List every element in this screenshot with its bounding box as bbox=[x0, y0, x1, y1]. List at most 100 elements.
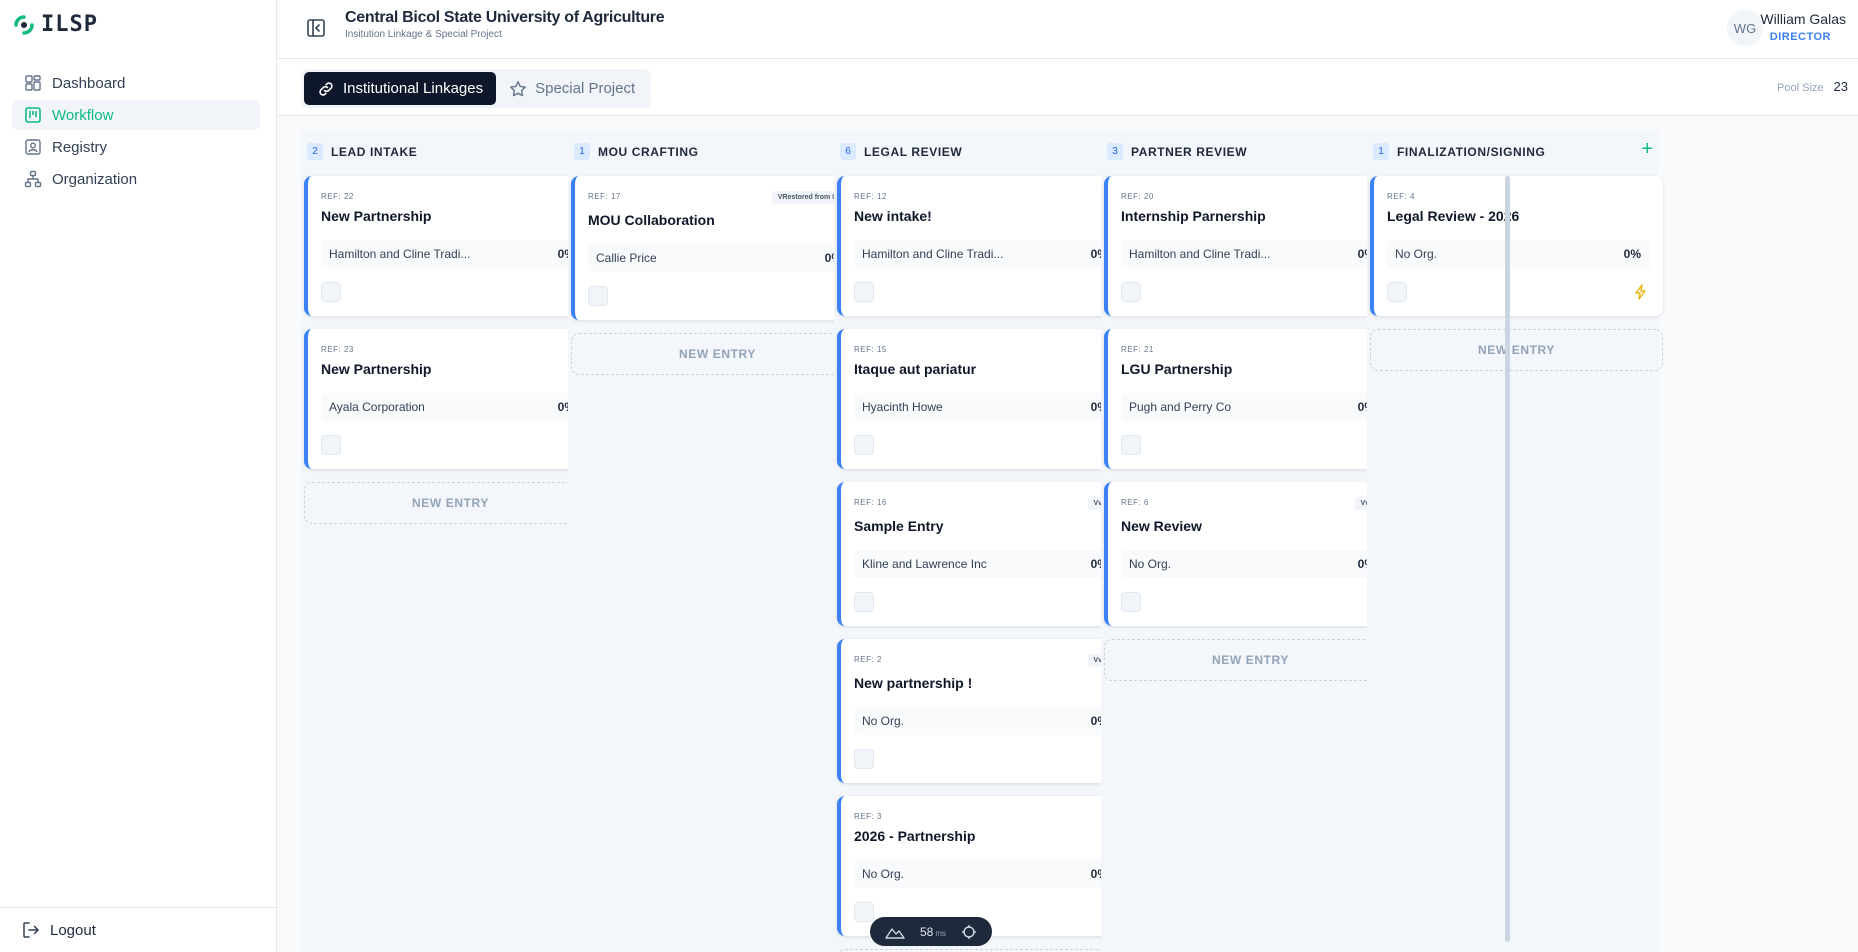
card-ref: REF: 23 bbox=[321, 345, 354, 354]
tab-institutional-linkages[interactable]: Institutional Linkages bbox=[304, 72, 497, 105]
card-title: Internship Parnership bbox=[1121, 208, 1266, 224]
workflow-card[interactable]: REF: 2 Vv2 New partnership ! No Org. 0% bbox=[837, 639, 1130, 783]
card-title: New Review bbox=[1121, 518, 1202, 534]
pool-size-value: 23 bbox=[1833, 79, 1848, 94]
card-checkbox[interactable] bbox=[854, 282, 874, 302]
card-checkbox[interactable] bbox=[854, 592, 874, 612]
column-count: 1 bbox=[574, 143, 590, 160]
column-cards: REF: 4 Legal Review - 2026 No Org. 0% NEW EN… bbox=[1370, 176, 1663, 371]
workflow-tabs: Institutional Linkages Special Project bbox=[301, 69, 652, 108]
card-organization: Hamilton and Cline Tradi...0% bbox=[1121, 240, 1385, 268]
card-ref: REF: 4 bbox=[1387, 192, 1415, 201]
column-scrollbar[interactable] bbox=[1505, 176, 1510, 942]
card-title: MOU Collaboration bbox=[588, 212, 715, 228]
card-checkbox[interactable] bbox=[854, 749, 874, 769]
card-checkbox[interactable] bbox=[1387, 282, 1407, 302]
workflow-card[interactable]: REF: 12 New intake! Hamilton and Cline Tra… bbox=[837, 176, 1130, 316]
sidebar-collapse-icon[interactable] bbox=[305, 17, 327, 39]
card-organization: No Org.0% bbox=[854, 860, 1118, 888]
column-title: LEGAL REVIEW bbox=[864, 145, 963, 159]
card-title: LGU Partnership bbox=[1121, 361, 1233, 377]
logout-button[interactable]: Logout bbox=[0, 907, 276, 952]
new-entry-button[interactable]: NEW ENTRY bbox=[1104, 639, 1397, 681]
column-header: 1MOU CRAFTING+ bbox=[568, 130, 860, 166]
card-organization: Hyacinth Howe 0% bbox=[854, 393, 1118, 421]
workflow-card[interactable]: REF: 22 New Partnership Hamilton and Cline… bbox=[304, 176, 597, 316]
sidebar-item-workflow[interactable]: Workflow bbox=[12, 100, 260, 130]
progress-percent: 0% bbox=[1623, 247, 1641, 261]
column-header: 3PARTNER REVIEW+ bbox=[1101, 130, 1393, 166]
crosshair-icon[interactable] bbox=[961, 924, 977, 940]
card-checkbox[interactable] bbox=[854, 435, 874, 455]
workflow-card[interactable]: REF: 3 2026 - Partnership No Org. 0% bbox=[837, 796, 1130, 936]
card-organization: Hamilton and Cline Tradi...0% bbox=[321, 240, 585, 268]
sidebar: ILSP Dashboard Workflow Registry Organiz… bbox=[0, 0, 277, 952]
kanban-column: 1MOU CRAFTING+ REF: 17VRestored from 02MO… bbox=[568, 130, 864, 952]
workflow-card[interactable]: REF: 4 Legal Review - 2026 No Org. 0% bbox=[1370, 176, 1663, 316]
workflow-card[interactable]: REF: 15 Itaque aut pariatur Hyacinth Howe 0… bbox=[837, 329, 1130, 469]
card-checkbox[interactable] bbox=[321, 282, 341, 302]
column-header: 1 FINALIZATION/SIGNING + bbox=[1367, 130, 1659, 166]
kanban-icon bbox=[25, 107, 41, 123]
card-checkbox[interactable] bbox=[588, 286, 608, 306]
workflow-card[interactable]: REF: 16 Vv1 Sample Entry Kline and Lawrence… bbox=[837, 482, 1130, 626]
column-title: FINALIZATION/SIGNING bbox=[1397, 145, 1546, 159]
card-organization: Callie Price0% bbox=[588, 244, 852, 272]
workflow-card[interactable]: REF: 20 Internship Parnership Hamilton and… bbox=[1104, 176, 1397, 316]
app-logo[interactable]: ILSP bbox=[12, 12, 98, 37]
page-subtitle: Insitution Linkage & Special Project bbox=[345, 29, 502, 40]
card-title: 2026 - Partnership bbox=[854, 828, 976, 844]
workflow-card[interactable]: REF: 21 LGU Partnership Pugh and Perry Co0… bbox=[1104, 329, 1397, 469]
kanban-column: 3PARTNER REVIEW+ REF: 20Internship Parner… bbox=[1101, 130, 1397, 952]
column-cards: REF: 20 Internship Parnership Hamilton and… bbox=[1104, 176, 1397, 681]
card-checkbox[interactable] bbox=[1121, 435, 1141, 455]
sidebar-item-registry[interactable]: Registry bbox=[12, 132, 260, 162]
sidebar-item-dashboard[interactable]: Dashboard bbox=[12, 68, 260, 98]
kanban-board: 2 LEAD INTAKE + REF: 22 New Partnership Hamil… bbox=[277, 116, 1858, 952]
workflow-card[interactable]: REF: 6Vv4New ReviewNo Org.0% bbox=[1104, 482, 1397, 626]
organization-name: Kline and Lawrence Inc bbox=[862, 557, 987, 571]
page-title: Central Bicol State University of Agricu… bbox=[345, 9, 665, 26]
card-checkbox[interactable] bbox=[1121, 592, 1141, 612]
new-entry-button[interactable]: NEW ENTRY bbox=[304, 482, 597, 524]
workflow-toolbar: Institutional Linkages Special Project P… bbox=[277, 59, 1858, 116]
column-count: 3 bbox=[1107, 143, 1123, 160]
sidebar-item-organization[interactable]: Organization bbox=[12, 164, 260, 194]
organization-name: No Org. bbox=[1129, 557, 1172, 571]
card-organization: No Org.0% bbox=[1387, 240, 1651, 268]
organization-name: Hamilton and Cline Tradi... bbox=[329, 247, 471, 261]
new-entry-button[interactable]: NEW ENTRY bbox=[571, 333, 864, 375]
card-organization: Pugh and Perry Co0% bbox=[1121, 393, 1385, 421]
bolt-icon[interactable] bbox=[1633, 284, 1649, 300]
kanban-column: 1 FINALIZATION/SIGNING + REF: 4 Legal Review… bbox=[1367, 130, 1663, 952]
new-entry-button[interactable]: NEW ENTRY bbox=[1370, 329, 1663, 371]
user-role: DIRECTOR bbox=[1769, 31, 1831, 43]
card-ref: REF: 12 bbox=[854, 192, 887, 201]
add-card-button[interactable]: + bbox=[1641, 139, 1653, 159]
workflow-card[interactable]: REF: 23 New Partnership Ayala Corporation 0… bbox=[304, 329, 597, 469]
organization-name: No Org. bbox=[862, 867, 905, 881]
card-checkbox[interactable] bbox=[321, 435, 341, 455]
card-checkbox[interactable] bbox=[1121, 282, 1141, 302]
column-title: LEAD INTAKE bbox=[331, 145, 418, 159]
column-cards: REF: 17 VRestored from 02 MOU Collaboratio… bbox=[571, 176, 864, 375]
card-title: Sample Entry bbox=[854, 518, 944, 534]
organization-name: Ayala Corporation bbox=[329, 400, 425, 414]
link-icon bbox=[319, 81, 333, 96]
card-ref: REF: 21 bbox=[1121, 345, 1154, 354]
sidebar-item-label: Dashboard bbox=[52, 74, 126, 92]
card-ref: REF: 2 bbox=[854, 655, 882, 664]
card-ref: REF: 22 bbox=[321, 192, 354, 201]
logo-icon bbox=[14, 14, 34, 35]
card-organization: Ayala Corporation 0% bbox=[321, 393, 585, 421]
mountain-icon bbox=[885, 927, 906, 939]
pool-size: Pool Size 23 bbox=[1777, 79, 1848, 94]
contact-card-icon bbox=[25, 139, 41, 155]
tab-special-project[interactable]: Special Project bbox=[496, 72, 648, 105]
avatar[interactable]: WG bbox=[1727, 10, 1763, 46]
sidebar-nav: Dashboard Workflow Registry Organization bbox=[12, 68, 260, 196]
column-header: 6LEGAL REVIEW+ bbox=[834, 130, 1126, 166]
workflow-card[interactable]: REF: 17 VRestored from 02 MOU Collaboratio… bbox=[571, 176, 864, 320]
card-checkbox[interactable] bbox=[854, 902, 874, 922]
column-count: 6 bbox=[840, 143, 856, 160]
